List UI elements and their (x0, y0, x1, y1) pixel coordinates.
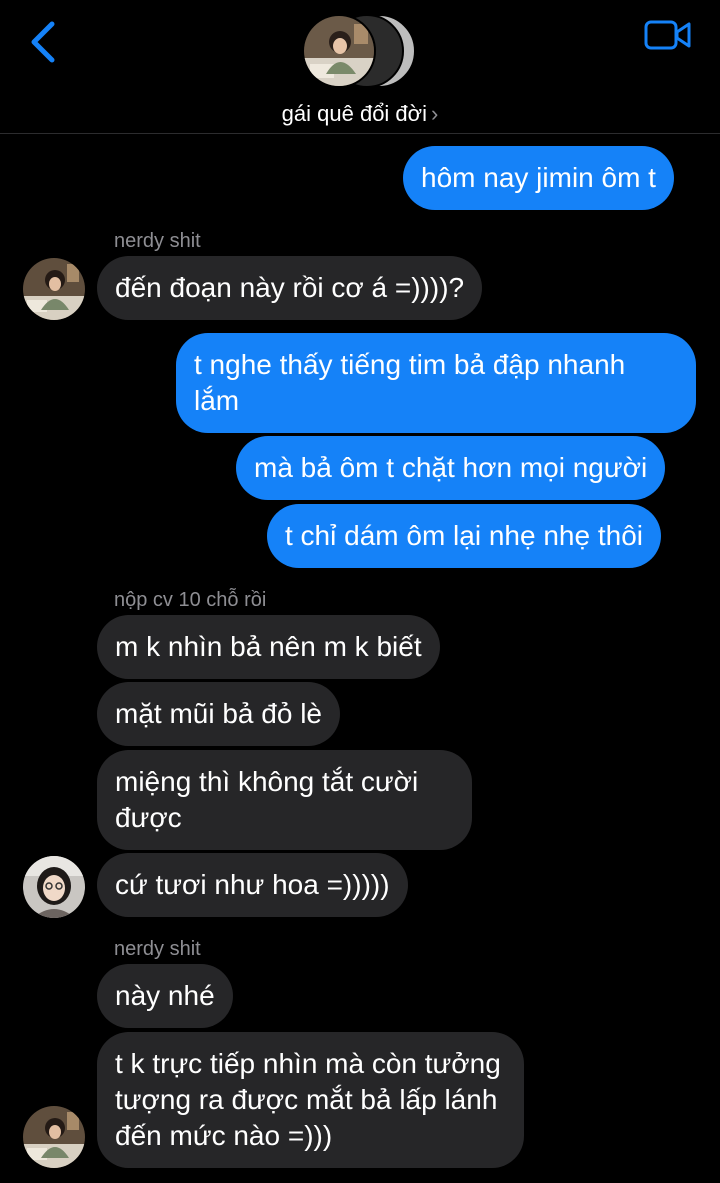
group-avatar-stack[interactable] (300, 12, 420, 92)
chevron-right-icon: › (430, 101, 439, 126)
received-message[interactable]: t k trực tiếp nhìn mà còn tưởng tượng ra… (97, 1032, 524, 1168)
sender-name: nerdy shit (114, 230, 201, 252)
sender-name: nộp cv 10 chỗ rồi (114, 589, 267, 611)
video-camera-icon (644, 20, 691, 50)
group-name-text: gái quê đổi đời (281, 101, 427, 126)
sent-message[interactable]: mà bả ôm t chặt hơn mọi người (236, 436, 666, 500)
avatar-nerdy-shit[interactable] (23, 258, 85, 320)
sent-message[interactable]: hôm nay jimin ôm t (403, 146, 674, 210)
conversation-header: gái quê đổi đời › (0, 0, 720, 134)
group-name-title[interactable]: gái quê đổi đời › (0, 100, 720, 128)
received-message[interactable]: miệng thì không tắt cười được (97, 750, 472, 850)
avatar-nop-cv[interactable] (23, 856, 85, 918)
sender-name: nerdy shit (114, 938, 201, 960)
received-message[interactable]: mặt mũi bả đỏ lè (97, 682, 340, 746)
video-call-button[interactable] (644, 18, 692, 54)
received-message[interactable]: m k nhìn bả nên m k biết (97, 615, 440, 679)
back-button[interactable] (26, 18, 62, 66)
received-message[interactable]: đến đoạn này rồi cơ á =))))? (97, 256, 483, 320)
sent-message[interactable]: t chỉ dám ôm lại nhẹ nhẹ thôi (267, 504, 661, 568)
chevron-left-icon (31, 21, 55, 63)
received-message[interactable]: này nhé (97, 964, 233, 1028)
sent-message[interactable]: t nghe thấy tiếng tim bả đập nhanh lắm (176, 333, 696, 433)
group-avatar-1 (302, 14, 376, 88)
avatar-nerdy-shit[interactable] (23, 1106, 85, 1168)
received-message[interactable]: cứ tươi như hoa =))))) (97, 853, 408, 917)
